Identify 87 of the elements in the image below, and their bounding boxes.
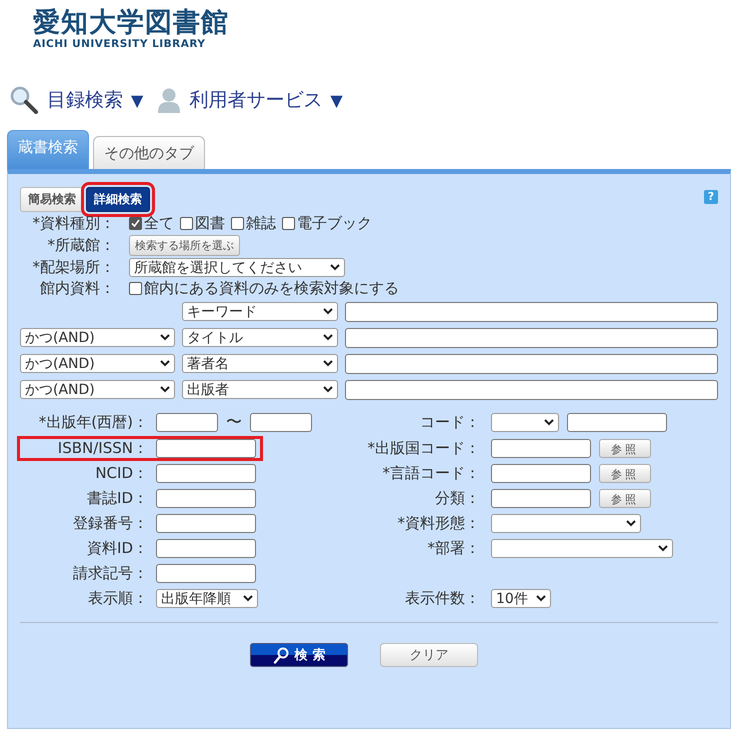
search-icon — [272, 646, 289, 664]
field-dropdown[interactable]: 出版者 — [182, 380, 338, 399]
checkbox-label: 電子ブック — [297, 214, 372, 233]
keyword-field[interactable] — [345, 328, 718, 348]
text-field[interactable] — [156, 464, 256, 483]
field-label: *資料形態： — [396, 514, 480, 533]
chevron-icon — [323, 308, 333, 315]
chevron-icon — [323, 360, 333, 367]
text-field[interactable] — [156, 539, 256, 558]
checkbox-label: 全て — [144, 214, 174, 233]
logo-subtitle: AICHI UNIVERSITY LIBRARY — [33, 38, 207, 50]
field-label: *出版年(西暦)： — [38, 413, 148, 432]
text-field[interactable] — [491, 439, 591, 458]
field-dropdown[interactable]: 著者名 — [182, 354, 338, 373]
checkbox[interactable] — [129, 282, 142, 295]
choose-location-button[interactable]: 検索する場所を選ぶ — [129, 235, 240, 256]
text-field[interactable] — [491, 464, 591, 483]
keyword-field[interactable] — [345, 354, 718, 374]
field-label: 分類： — [434, 489, 480, 508]
text-field[interactable] — [567, 413, 667, 432]
field-label: 館内資料： — [39, 279, 115, 298]
year-to-field[interactable] — [250, 413, 312, 432]
field-label: *出版国コード： — [366, 439, 480, 458]
chevron-icon — [626, 520, 636, 527]
chevron-icon — [544, 419, 554, 426]
keyword-field[interactable] — [345, 380, 718, 400]
field-dropdown[interactable]: キーワード — [182, 302, 338, 321]
search-button[interactable]: 検 索 — [250, 643, 348, 667]
nav-menu-link[interactable]: 利用者サービス ▼ — [189, 87, 343, 113]
count-dropdown[interactable]: 10件 — [491, 589, 551, 608]
chevron-icon — [160, 360, 170, 367]
chevron-icon — [160, 386, 170, 393]
location-dropdown[interactable]: 所蔵館を選択してください — [129, 258, 345, 277]
checkbox-label: 図書 — [195, 214, 225, 233]
chevron-icon — [330, 264, 340, 271]
field-label: 表示件数： — [404, 589, 480, 608]
sort-dropdown[interactable]: 出版年降順 — [156, 589, 258, 608]
range-separator: 〜 — [226, 412, 242, 433]
user-icon — [157, 87, 182, 113]
dropdown[interactable] — [491, 539, 673, 558]
field-label: *部署： — [426, 539, 480, 558]
text-field[interactable] — [156, 439, 256, 458]
field-label: ISBN/ISSN： — [56, 439, 148, 458]
clear-button[interactable]: クリア — [380, 643, 478, 667]
chevron-icon — [323, 334, 333, 341]
field-label: *所蔵館： — [46, 236, 115, 255]
field-label: *言語コード： — [382, 464, 480, 483]
checkbox-label: 雑誌 — [246, 214, 276, 233]
keyword-field[interactable] — [345, 302, 718, 322]
checkbox[interactable] — [282, 217, 295, 230]
field-label: 資料ID： — [86, 539, 148, 558]
chevron-icon — [658, 545, 668, 552]
field-label: 請求記号： — [72, 564, 148, 583]
checkbox-label: 館内にある資料のみを検索対象にする — [144, 279, 399, 298]
text-field[interactable] — [491, 489, 591, 508]
checkbox[interactable] — [231, 217, 244, 230]
field-label: 書誌ID： — [86, 489, 148, 508]
operator-dropdown[interactable]: かつ(AND) — [20, 380, 175, 399]
field-dropdown[interactable]: タイトル — [182, 328, 338, 347]
field-label: 表示順： — [87, 589, 148, 608]
mode-button[interactable]: 簡易検索 — [20, 186, 84, 212]
browse-button[interactable]: 参照 — [599, 439, 651, 458]
browse-button[interactable]: 参照 — [599, 464, 651, 483]
field-label: 登録番号： — [72, 514, 148, 533]
chevron-icon — [160, 334, 170, 341]
text-field[interactable] — [156, 564, 256, 583]
magnifier-icon — [9, 85, 39, 115]
text-field[interactable] — [156, 514, 256, 533]
field-label: *配架場所： — [32, 258, 115, 277]
field-label: NCID： — [94, 464, 148, 483]
dropdown[interactable] — [491, 413, 559, 432]
operator-dropdown[interactable]: かつ(AND) — [20, 328, 175, 347]
browse-button[interactable]: 参照 — [599, 489, 651, 508]
checkbox[interactable] — [129, 217, 142, 230]
checkbox[interactable] — [180, 217, 193, 230]
field-label: コード： — [419, 413, 480, 432]
year-from-field[interactable] — [156, 413, 218, 432]
logo-title: 愛知大学図書館 — [33, 8, 230, 38]
text-field[interactable] — [156, 489, 256, 508]
chevron-icon — [323, 386, 333, 393]
dropdown[interactable] — [491, 514, 641, 533]
operator-dropdown[interactable]: かつ(AND) — [20, 354, 175, 373]
field-label: *資料種別： — [32, 214, 115, 233]
nav-menu-link[interactable]: 目録検索 ▼ — [47, 87, 144, 113]
chevron-icon — [536, 595, 546, 602]
tab[interactable]: その他のタブ — [93, 136, 205, 169]
chevron-icon — [243, 595, 253, 602]
